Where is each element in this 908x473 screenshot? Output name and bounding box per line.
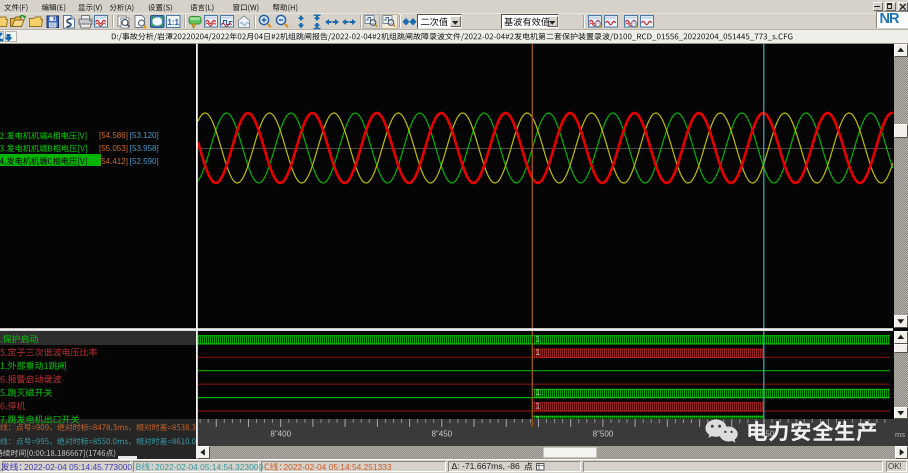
svg-text:ms: ms bbox=[895, 430, 905, 439]
svg-text:1: 1 bbox=[536, 387, 541, 397]
svg-text:1: 1 bbox=[536, 347, 541, 357]
svg-text:8"400: 8"400 bbox=[270, 430, 291, 439]
svg-text:8"500: 8"500 bbox=[593, 430, 614, 439]
svg-text:8"450: 8"450 bbox=[431, 430, 452, 439]
svg-text:1: 1 bbox=[536, 401, 541, 411]
svg-text:1: 1 bbox=[536, 333, 541, 343]
